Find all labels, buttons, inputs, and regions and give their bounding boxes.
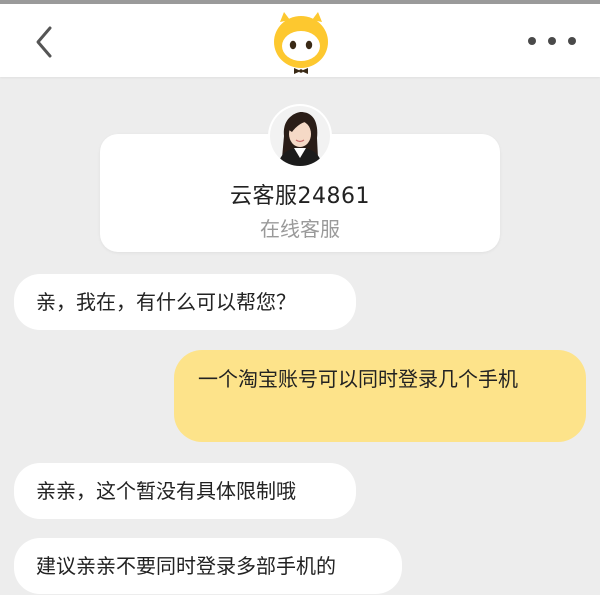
more-options-button[interactable]: [528, 30, 576, 52]
agent-avatar-icon: [270, 106, 330, 166]
mascot-logo-icon: [270, 8, 332, 76]
message-bubble-user[interactable]: 一个淘宝账号可以同时登录几个手机: [174, 350, 586, 442]
message-bubble-agent[interactable]: 亲亲，这个暂没有具体限制哦: [14, 463, 356, 519]
agent-status: 在线客服: [260, 217, 340, 241]
message-bubble-agent[interactable]: 亲，我在，有什么可以帮您？: [14, 274, 356, 330]
back-button[interactable]: [28, 22, 64, 62]
more-dots-icon: [528, 37, 536, 45]
message-bubble-agent[interactable]: 建议亲亲不要同时登录多部手机的: [14, 538, 402, 594]
top-navigation-bar: [0, 4, 600, 77]
avatar[interactable]: [270, 106, 330, 166]
agent-name: 云客服24861: [230, 184, 370, 209]
chevron-left-icon: [36, 26, 52, 58]
